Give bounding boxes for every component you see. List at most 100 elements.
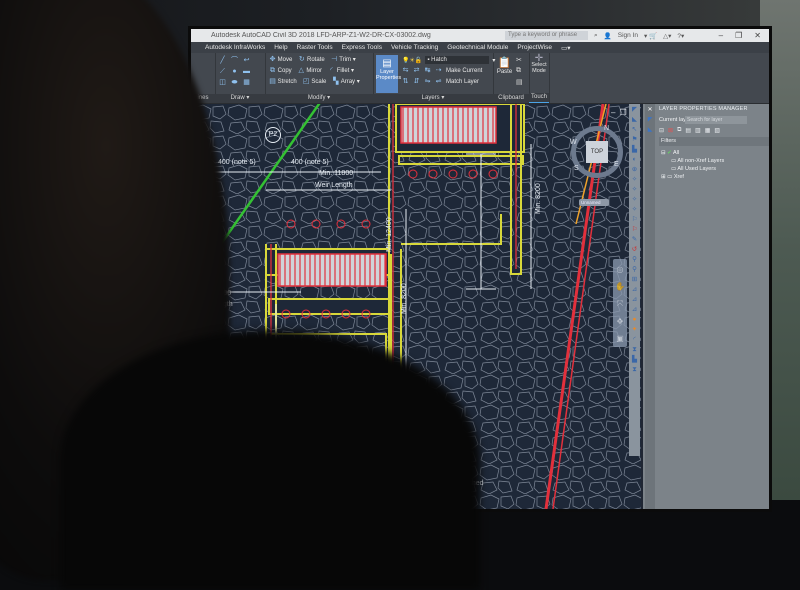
make-current-button[interactable]: Make Current [446, 68, 482, 74]
trim-button[interactable]: ⊣ Trim ▾ [331, 56, 356, 63]
scale-button[interactable]: ◰ Scale [303, 78, 327, 85]
tool-icon[interactable]: ▙ [632, 146, 637, 154]
tab-vehicle-tracking[interactable]: Vehicle Tracking [391, 44, 438, 51]
spline-icon[interactable]: ◫ [219, 79, 226, 86]
palette-icon[interactable]: ◣ [648, 127, 653, 134]
layer-tool-icon[interactable]: ⇋ [424, 78, 431, 85]
new-layer-icon[interactable]: ▤ [685, 127, 691, 134]
tool-icon[interactable]: ✦ [632, 326, 637, 334]
tool-icon[interactable]: ◜ [633, 336, 636, 344]
layer-tool-icon[interactable]: ⇵ [413, 78, 420, 85]
match-layer-button[interactable]: Match Layer [446, 79, 479, 85]
fillet-button[interactable]: ◜ Fillet ▾ [328, 67, 354, 74]
paste-button[interactable]: 📋 Paste [496, 56, 513, 75]
steering-wheel-icon[interactable]: ◎ [617, 265, 624, 274]
sign-in-label[interactable]: Sign In [618, 32, 638, 39]
line-icon[interactable]: ╱ [219, 57, 226, 64]
rectangle-icon[interactable]: ▬ [243, 68, 250, 75]
layer-tool-icon[interactable]: ⇆ [402, 67, 409, 74]
array-button[interactable]: ▚ Array ▾ [332, 78, 360, 85]
circle-icon[interactable]: ● [231, 68, 238, 75]
paste-special-icon[interactable]: ▤ [516, 78, 523, 86]
tree-item-non-xref[interactable]: ▭ All non-Xref Layers [661, 157, 724, 165]
palette-close-icon[interactable]: ✕ [647, 107, 652, 114]
copy-button[interactable]: ⧉ Copy [269, 67, 292, 74]
polyline-icon[interactable]: ⟋ [219, 68, 226, 75]
layer-tool-icon[interactable]: ⇢ [435, 67, 442, 74]
tab-projectwise[interactable]: ProjectWise [517, 44, 552, 51]
refresh-icon[interactable]: ▧ [714, 127, 720, 134]
close-button[interactable]: ✕ [754, 31, 761, 40]
tool-icon[interactable]: ↖ [632, 126, 637, 134]
new-group-filter-icon[interactable]: ⊠ [668, 127, 673, 134]
tool-icon[interactable]: ▙ [632, 356, 637, 364]
select-mode-button[interactable]: ✛ Select Mode [530, 54, 548, 75]
layer-search-input[interactable]: Search for layer [685, 116, 747, 124]
zoom-extents-icon[interactable]: ⤧ [617, 299, 623, 309]
tool-icon[interactable]: ⧗ [632, 346, 637, 354]
compass-w[interactable]: W [570, 139, 577, 146]
tab-express-tools[interactable]: Express Tools [342, 44, 382, 51]
restore-button[interactable]: ❐ [735, 31, 742, 40]
mirror-button[interactable]: △ Mirror [298, 67, 322, 74]
tool-icon[interactable]: ⊿ [632, 306, 637, 314]
tool-icon[interactable]: ⊞ [632, 276, 637, 284]
tool-icon[interactable]: ✧ [632, 176, 637, 184]
set-current-icon[interactable]: ▦ [705, 127, 711, 134]
compass-e[interactable]: E [614, 161, 619, 168]
tool-icon[interactable]: ✧ [632, 206, 637, 214]
layer-tool-icon[interactable]: ⇅ [402, 78, 409, 85]
layer-tool-icon[interactable]: ⇌ [435, 78, 442, 85]
sign-in[interactable]: ⌕ 👤 Sign In ▾ 🛒 △▾ ?▾ [594, 32, 684, 40]
tool-icon[interactable]: ⊿ [632, 296, 637, 304]
tab-infraworks[interactable]: Autodesk InfraWorks [205, 44, 265, 51]
rotate-button[interactable]: ↻ Rotate [298, 56, 325, 63]
tab-geotechnical-module[interactable]: Geotechnical Module [447, 44, 508, 51]
exchange-icon[interactable]: △▾ [663, 32, 671, 40]
layer-tool-icon[interactable]: ⇄ [413, 67, 420, 74]
tool-icon[interactable]: ⧗ [632, 366, 637, 374]
hatch-icon[interactable]: ▦ [243, 79, 250, 86]
tool-icon[interactable]: ◤ [632, 106, 637, 114]
tool-icon[interactable]: ◐ [633, 156, 637, 164]
search-input[interactable]: Type a keyword or phrase [505, 31, 588, 40]
tab-overflow-icon[interactable]: ▭▾ [561, 44, 570, 52]
help-icon[interactable]: ?▾ [677, 32, 684, 40]
copy-clip-icon[interactable]: ⧉ [516, 67, 523, 75]
move-button[interactable]: ✥ Move [269, 56, 293, 63]
tool-icon[interactable]: ⊿ [632, 286, 637, 294]
stretch-button[interactable]: ▤ Stretch [269, 78, 297, 85]
panel-label-modify[interactable]: Modify ▾ [265, 94, 373, 103]
tree-item-used[interactable]: ▭ All Used Layers [661, 165, 724, 173]
palette-titlebar[interactable]: ✕ ◤ ◣ [645, 104, 655, 509]
tool-icon[interactable]: ✧ [632, 196, 637, 204]
arc-icon[interactable]: ⌒ [231, 57, 238, 64]
tool-icon[interactable]: ✎ [632, 236, 637, 244]
cut-icon[interactable]: ✂ [516, 56, 523, 64]
delete-layer-icon[interactable]: ▥ [695, 127, 701, 134]
tool-icon[interactable]: ⊕ [632, 166, 637, 174]
panel-label-draw[interactable]: Draw ▾ [215, 94, 265, 103]
tab-help[interactable]: Help [274, 44, 287, 51]
minimize-button[interactable]: – [719, 31, 723, 40]
orbit-icon[interactable]: ✥ [617, 317, 624, 326]
layer-tool-icon[interactable]: ↹ [424, 67, 431, 74]
undo-arc-icon[interactable]: ↩ [243, 57, 250, 64]
tool-icon[interactable]: ⚲ [632, 256, 637, 264]
viewport-minimize-icon[interactable]: – [611, 108, 615, 117]
tool-icon[interactable]: ⚲ [632, 266, 637, 274]
new-property-filter-icon[interactable]: ⊟ [659, 127, 664, 134]
compass-n[interactable]: N [604, 125, 609, 132]
layer-dropdown[interactable]: ▪ Hatch [425, 56, 490, 64]
compass-s[interactable]: S [574, 165, 579, 172]
viewport-restore-icon[interactable]: ❐ [619, 108, 626, 117]
ellipse-icon[interactable]: ⬬ [231, 79, 238, 86]
layer-properties-button[interactable]: ▤ Layer Properties [376, 55, 401, 93]
ucs-menu[interactable]: Unnamed [579, 199, 609, 206]
tool-icon[interactable]: ⚐ [632, 226, 638, 234]
pan-icon[interactable]: ✋ [615, 282, 625, 291]
tool-icon[interactable]: ✧ [632, 186, 637, 194]
viewcube-top[interactable]: TOP [586, 141, 608, 163]
showmotion-icon[interactable]: ▣ [616, 334, 624, 343]
tab-raster-tools[interactable]: Raster Tools [297, 44, 333, 51]
